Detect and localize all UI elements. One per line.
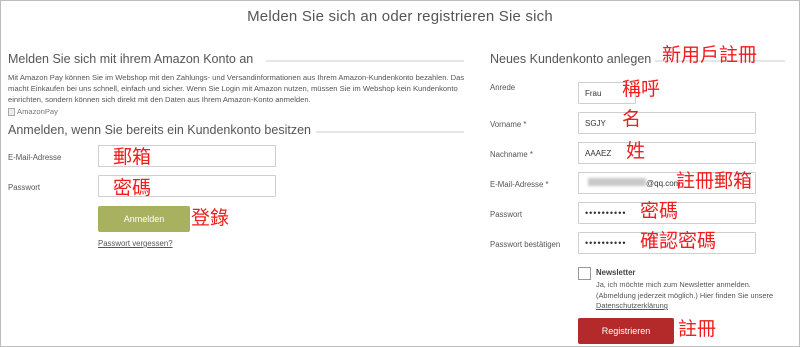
existing-account-heading: Anmelden, wenn Sie bereits ein Kundenkon… [8,123,311,137]
heading-divider [266,60,464,62]
newsletter-text: Ja, ich möchte mich zum Newsletter anmel… [596,280,774,300]
annotation-login-password: 密碼 [113,177,152,199]
annotation-password: 密碼 [640,200,679,222]
register-password-label: Passwort [490,210,523,219]
lastname-input[interactable] [578,142,756,164]
broken-image-icon [8,107,15,116]
annotation-register: 註冊 [678,318,717,340]
annotation-login: 登錄 [191,207,230,229]
amazon-pay-description: Mit Amazon Pay können Sie im Webshop mit… [8,73,465,104]
annotation-firstname: 名 [622,108,642,130]
newsletter-checkbox[interactable] [578,267,591,280]
annotation-register-email: 註冊郵箱 [676,170,753,192]
annotation-new-account: 新用戶註冊 [662,44,758,66]
redacted-email-blur [588,178,646,186]
forgot-password-link[interactable]: Passwort vergessen? [98,239,173,248]
amazon-pay-alt-text: AmazonPay [17,107,58,116]
new-account-heading: Neues Kundenkonto anlegen [490,52,652,66]
amazon-login-heading: Melden Sie sich mit ihrem Amazon Konto a… [8,52,254,66]
annotation-salutation: 稱呼 [622,78,661,100]
login-button[interactable]: Anmelden [98,206,190,232]
register-password-value: •••••••••• [585,208,627,218]
login-email-label: E-Mail-Adresse [8,153,62,162]
register-email-label: E-Mail-Adresse * [490,180,549,189]
lastname-label: Nachname * [490,150,533,159]
firstname-label: Vorname * [490,120,527,129]
newsletter-description: Ja, ich möchte mich zum Newsletter anmel… [596,280,786,312]
login-password-label: Passwort [8,183,41,192]
confirm-password-label: Passwort bestätigen [490,240,561,249]
register-button[interactable]: Registrieren [578,318,674,344]
privacy-policy-link[interactable]: Datenschutzerklärung [596,301,668,310]
annotation-confirm-password: 確認密碼 [640,230,717,252]
salutation-label: Anrede [490,83,516,92]
heading-divider [316,131,464,133]
firstname-input[interactable] [578,112,756,134]
confirm-password-value: •••••••••• [585,238,627,248]
page-title: Melden Sie sich an oder registrieren Sie… [247,8,553,25]
amazon-pay-button[interactable]: AmazonPay [8,107,58,116]
newsletter-title: Newsletter [596,268,636,277]
salutation-value: Frau [585,88,602,98]
annotation-login-email: 郵箱 [113,146,152,168]
annotation-lastname: 姓 [626,140,646,162]
